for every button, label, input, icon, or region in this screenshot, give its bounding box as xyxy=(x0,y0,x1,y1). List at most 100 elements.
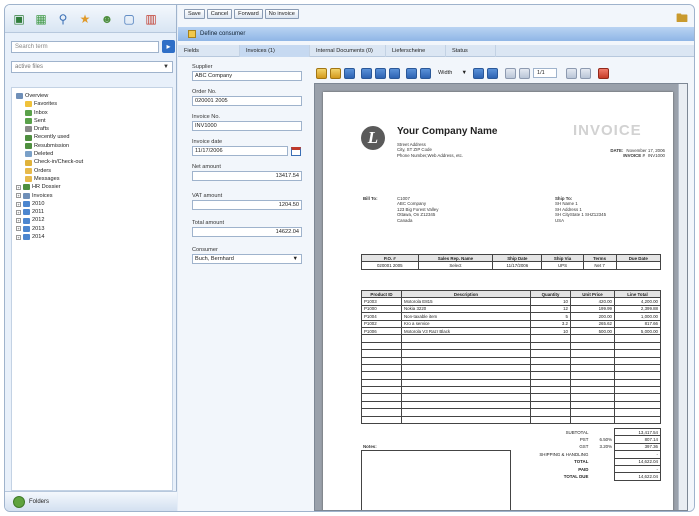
calendar-icon[interactable]: ▥ xyxy=(143,11,159,27)
calendar-picker-icon[interactable] xyxy=(291,146,301,156)
tree-item[interactable]: Overview xyxy=(16,92,172,100)
search-button[interactable]: ▸ xyxy=(162,40,175,53)
tree-item[interactable]: +2014 xyxy=(16,233,172,241)
order-no-field[interactable]: 020001 2005 xyxy=(192,96,302,106)
tree-item[interactable]: + HR Dossier xyxy=(16,183,172,191)
tree-item-label: Recently used xyxy=(34,134,70,141)
rotate-left-icon[interactable] xyxy=(473,67,484,79)
vat-amount-field[interactable]: 1204.50 xyxy=(192,200,302,210)
open-icon[interactable] xyxy=(316,67,327,79)
expand-icon[interactable]: + xyxy=(16,184,21,190)
tree-item-label: 2013 xyxy=(32,225,45,232)
viewer-scrollbar[interactable] xyxy=(678,84,687,510)
tab-lieferscheine[interactable]: Lieferscheine xyxy=(386,45,446,57)
table-cell xyxy=(361,349,402,358)
folders-bar[interactable]: Folders xyxy=(5,491,177,511)
chevron-down-icon: ▼ xyxy=(461,70,467,76)
scan-icon[interactable] xyxy=(361,67,372,79)
table-cell xyxy=(614,400,661,410)
search-input[interactable]: Search term xyxy=(11,41,159,53)
tree-item[interactable]: + Invoices xyxy=(16,192,172,200)
expand-icon[interactable]: + xyxy=(16,234,21,240)
table-cell xyxy=(570,341,615,351)
page-number-input[interactable]: 1/1 xyxy=(533,68,557,78)
tab-fields[interactable]: Fields xyxy=(178,45,240,57)
define-consumer-bar[interactable]: Define consumer xyxy=(178,27,694,41)
empty-row xyxy=(361,400,661,410)
tab-status[interactable]: Status xyxy=(446,45,496,57)
tree-item[interactable]: Deleted xyxy=(16,150,172,158)
filter-select[interactable]: active files ▼ xyxy=(11,61,173,73)
table-cell xyxy=(401,386,531,395)
expand-icon[interactable]: + xyxy=(16,209,21,215)
totals-label: TOTAL DUE xyxy=(563,474,589,480)
split-view-icon[interactable] xyxy=(375,67,386,79)
fit-width-icon[interactable] xyxy=(420,67,431,79)
left-panel: ▣ ▦ ⚲ ★ ☻ ▢ ▥ Search term ▸ active files… xyxy=(5,5,177,511)
invoice-no-field[interactable]: INV1000 xyxy=(192,121,302,131)
fit-page-icon[interactable] xyxy=(406,67,417,79)
invoice-date-field[interactable]: 11/17/2006 xyxy=(192,146,288,156)
document-viewer[interactable]: L Your Company Name Street Address City,… xyxy=(314,83,688,511)
tree-item[interactable]: Sent xyxy=(16,117,172,125)
tree-item[interactable]: Favorites xyxy=(16,100,172,108)
table-cell xyxy=(530,341,571,351)
table-cell xyxy=(570,363,615,373)
tree-item[interactable]: +2012 xyxy=(16,216,172,224)
last-page-icon[interactable] xyxy=(580,67,591,79)
net-amount-field[interactable]: 13417.54 xyxy=(192,171,302,181)
folder-icon xyxy=(25,134,32,141)
tree-item[interactable]: +2011 xyxy=(16,208,172,216)
favorites-icon[interactable]: ★ xyxy=(77,11,93,27)
rotate-right-icon[interactable] xyxy=(487,67,498,79)
search-icon[interactable]: ⚲ xyxy=(55,11,71,27)
table-cell xyxy=(614,371,661,380)
close-document-icon[interactable] xyxy=(598,67,609,79)
item-header: Description xyxy=(401,289,531,299)
mail-icon[interactable] xyxy=(389,67,400,79)
tree-item[interactable]: Messages xyxy=(16,175,172,183)
tree-item[interactable]: Orders xyxy=(16,167,172,175)
tree-item-label: Resubmission xyxy=(34,142,70,149)
tree-item-label: 2014 xyxy=(32,234,45,241)
no-invoice-button[interactable]: No invoice xyxy=(264,8,299,19)
prev-page-icon[interactable] xyxy=(519,67,530,79)
total-amount-field[interactable]: 14622.04 xyxy=(192,227,302,237)
grid-icon[interactable]: ▦ xyxy=(33,11,49,27)
forward-button[interactable]: Forward xyxy=(234,8,263,19)
cancel-button[interactable]: Cancel xyxy=(206,8,233,19)
tree-item[interactable]: Check-in/Check-out xyxy=(16,158,172,166)
users-icon[interactable]: ☻ xyxy=(99,11,115,27)
table-cell xyxy=(401,349,531,358)
tab-internal-documents[interactable]: Internal Documents (0) xyxy=(310,45,386,57)
next-page-icon[interactable] xyxy=(566,67,577,79)
expand-icon[interactable]: + xyxy=(16,218,21,224)
first-page-icon[interactable] xyxy=(505,67,516,79)
expand-icon[interactable]: + xyxy=(16,201,21,207)
table-cell xyxy=(401,371,531,380)
print-icon[interactable] xyxy=(344,67,355,79)
tree-item[interactable]: +2010 xyxy=(16,200,172,208)
tab-invoices[interactable]: Invoices (1) xyxy=(240,45,310,57)
zoom-select[interactable]: Width ▼ xyxy=(434,68,470,78)
save-doc-icon[interactable] xyxy=(330,67,341,79)
table-cell xyxy=(570,400,615,410)
table-cell: 200.00 xyxy=(570,312,615,321)
invoice-no-label: Invoice No. xyxy=(192,114,220,120)
expand-icon[interactable]: + xyxy=(16,193,21,199)
folder-icon xyxy=(25,151,32,158)
consumer-select[interactable]: Buch, Bernhard ▼ xyxy=(192,254,302,264)
tree-item[interactable]: +2013 xyxy=(16,225,172,233)
tree-item[interactable]: Inbox xyxy=(16,109,172,117)
home-icon[interactable]: ▣ xyxy=(11,11,27,27)
archive-icon[interactable]: ▢ xyxy=(121,11,137,27)
tree-item[interactable]: Resubmission xyxy=(16,142,172,150)
tree-item[interactable]: Recently used xyxy=(16,133,172,141)
empty-row xyxy=(361,415,661,425)
item-header: Quantity xyxy=(530,289,571,299)
save-button[interactable]: Save xyxy=(184,8,205,19)
supplier-field[interactable]: ABC Company xyxy=(192,71,302,81)
expand-icon[interactable]: + xyxy=(16,226,21,232)
tree-item[interactable]: Drafts xyxy=(16,125,172,133)
define-consumer-label: Define consumer xyxy=(200,31,246,37)
